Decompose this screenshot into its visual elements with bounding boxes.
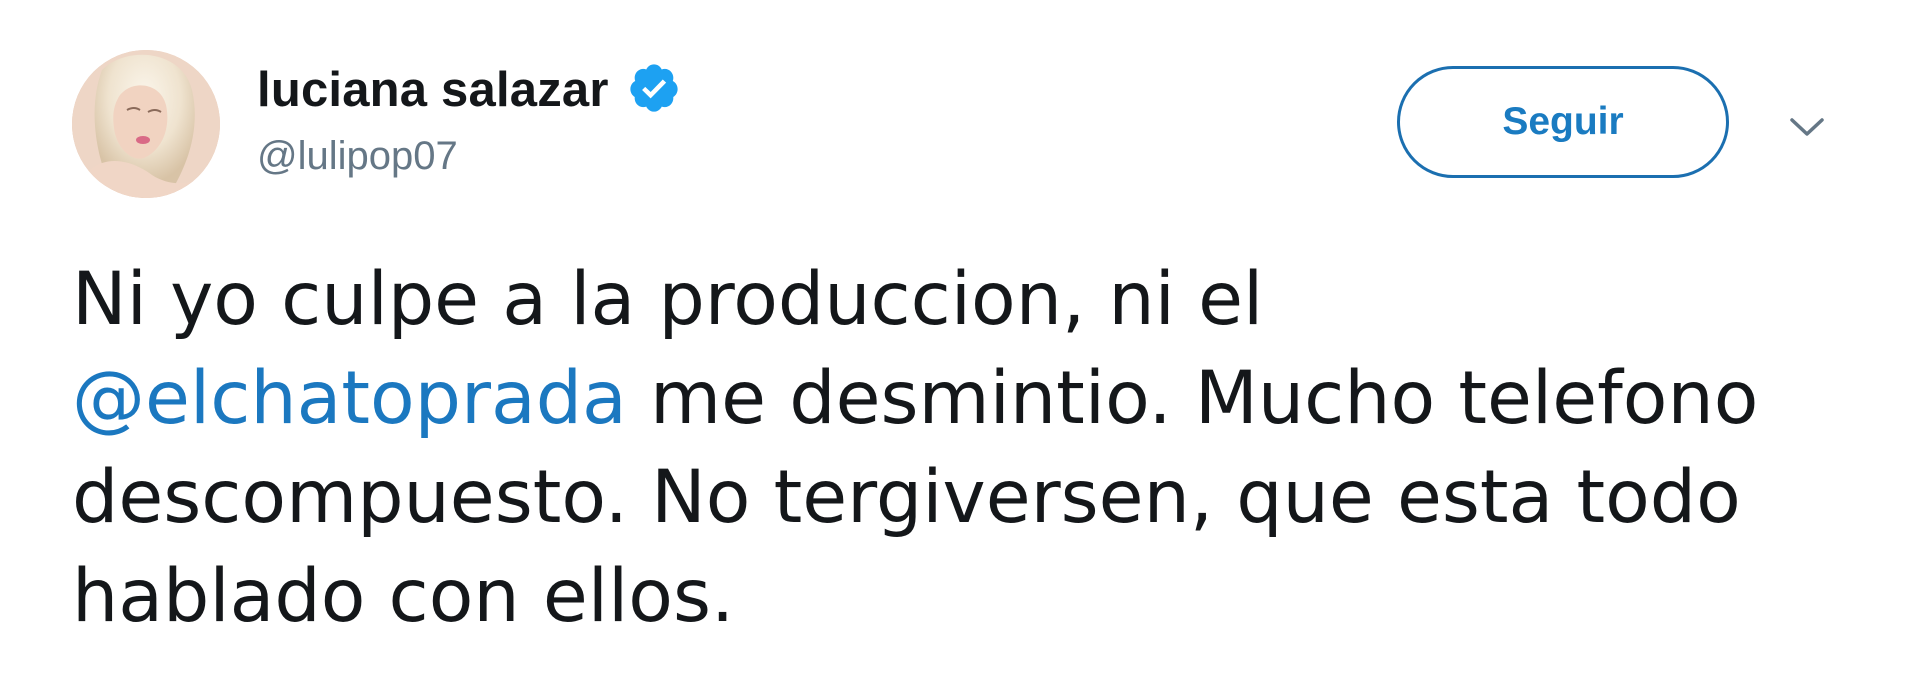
chevron-down-icon[interactable] bbox=[1784, 104, 1830, 150]
tweet-card: luciana salazar @lulipop07 Seguir Ni yo … bbox=[0, 0, 1920, 694]
user-handle[interactable]: @lulipop07 bbox=[257, 134, 681, 179]
mention-link[interactable]: @elchatoprada bbox=[72, 356, 627, 441]
name-row: luciana salazar bbox=[257, 58, 681, 122]
display-name[interactable]: luciana salazar bbox=[257, 62, 609, 118]
avatar[interactable] bbox=[72, 50, 220, 198]
verified-badge-icon bbox=[627, 61, 681, 115]
tweet-text-part-1: Ni yo culpe a la produccion, ni el bbox=[72, 257, 1264, 342]
avatar-image bbox=[72, 50, 220, 198]
user-info: luciana salazar @lulipop07 bbox=[257, 58, 681, 179]
tweet-text: Ni yo culpe a la produccion, ni el @elcha… bbox=[72, 250, 1852, 646]
follow-button[interactable]: Seguir bbox=[1397, 66, 1729, 178]
